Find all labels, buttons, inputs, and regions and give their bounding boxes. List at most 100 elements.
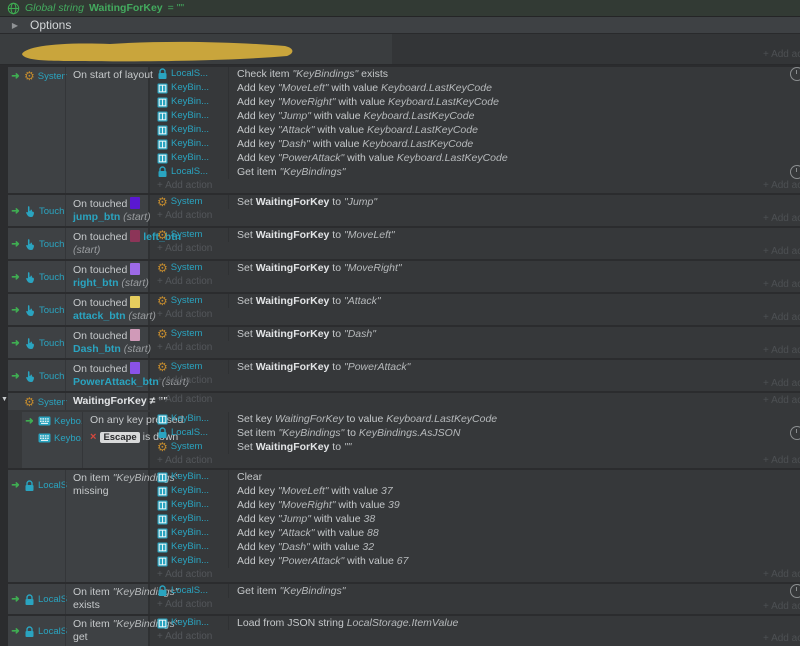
add-action-link[interactable]: + Add action — [150, 179, 800, 193]
action-text[interactable]: Set item "KeyBindings" to KeyBindings.As… — [229, 426, 460, 440]
action-text[interactable]: Set WaitingForKey to "Jump" — [229, 195, 377, 209]
action-text[interactable]: Load from JSON string LocalStorage.ItemV… — [229, 616, 458, 630]
action-row[interactable]: KeyBin...Add key "MoveLeft" with value 3… — [150, 484, 800, 498]
action-text[interactable]: Add key "Jump" with value 38 — [229, 512, 375, 526]
action-row[interactable]: KeyBin...Add key "Dash" with value 32 — [150, 540, 800, 554]
action-row[interactable]: LocalS...Get item "KeyBindings" — [150, 584, 800, 598]
action-object-cell[interactable]: ⚙System — [150, 327, 229, 341]
action-object-cell[interactable]: ⚙System — [150, 360, 229, 374]
add-action-link-right[interactable]: + Add action — [763, 377, 800, 390]
action-object-cell[interactable]: KeyBin... — [150, 95, 229, 109]
add-action-link[interactable]: + Add action — [150, 393, 800, 407]
action-row[interactable]: ⚙SystemSet WaitingForKey to "Dash" — [150, 327, 800, 341]
condition-row[interactable]: ➜TouchOn touchedPowerAttack_btn (start) — [8, 360, 148, 391]
action-text[interactable]: Add key "MoveLeft" with value Keyboard.L… — [229, 81, 492, 95]
add-action-link-right[interactable]: + Add action — [763, 48, 800, 61]
action-row[interactable]: KeyBin...Add key "PowerAttack" with valu… — [150, 554, 800, 568]
action-row[interactable]: KeyBin...Add key "Dash" with value Keybo… — [150, 137, 800, 151]
action-text[interactable]: Add key "Jump" with value Keyboard.LastK… — [229, 109, 474, 123]
condition-text[interactable]: On touchedattack_btn (start) — [67, 294, 156, 325]
action-text[interactable]: Check item "KeyBindings" exists — [229, 67, 388, 81]
add-action-link-right[interactable]: + Add action — [763, 311, 800, 324]
action-object-cell[interactable]: LocalS... — [150, 165, 229, 179]
event-object-cell[interactable]: ➜Touch — [8, 294, 67, 325]
condition-row[interactable]: ➜⚙SystemOn start of layout — [8, 67, 148, 84]
condition-row[interactable]: ➜TouchOn touched left_btn(start) — [8, 228, 148, 259]
condition-text[interactable]: On touchedjump_btn (start) — [67, 195, 151, 226]
options-group-header[interactable]: ▶ Options — [0, 17, 800, 34]
add-action-link-right[interactable]: + Add action — [763, 212, 800, 225]
add-action-link[interactable]: + Add action — [150, 209, 800, 223]
action-object-cell[interactable]: KeyBin... — [150, 484, 229, 498]
action-text[interactable]: Get item "KeyBindings" — [229, 584, 345, 598]
add-action-link[interactable]: + Add action — [150, 242, 800, 256]
action-row[interactable]: KeyBin...Add key "MoveRight" with value … — [150, 95, 800, 109]
action-object-cell[interactable]: KeyBin... — [150, 470, 229, 484]
condition-row[interactable]: ➜LocalSt...On item "KeyBindings"missing — [8, 470, 148, 500]
action-object-cell[interactable]: LocalS... — [150, 584, 229, 598]
action-object-cell[interactable]: ⚙System — [150, 294, 229, 308]
action-text[interactable]: Add key "MoveLeft" with value 37 — [229, 484, 393, 498]
action-row[interactable]: KeyBin...Add key "Attack" with value 88 — [150, 526, 800, 540]
event-object-cell[interactable]: Keybo... — [22, 429, 84, 446]
action-object-cell[interactable]: ⚙System — [150, 261, 229, 275]
add-action-link[interactable]: + Add action — [150, 630, 800, 644]
condition-row[interactable]: ➜TouchOn touchedattack_btn (start) — [8, 294, 148, 325]
condition-text[interactable]: On start of layout — [67, 67, 153, 84]
condition-row[interactable]: ➜LocalSt...On item "KeyBindings"exists — [8, 584, 148, 614]
event-object-cell[interactable]: ➜Touch — [8, 327, 67, 358]
action-text[interactable]: Set WaitingForKey to "MoveLeft" — [229, 228, 395, 242]
action-row[interactable]: ⚙SystemSet WaitingForKey to "PowerAttack… — [150, 360, 800, 374]
condition-text[interactable]: On touchedDash_btn (start) — [67, 327, 151, 358]
add-action-link-right[interactable]: + Add action — [763, 278, 800, 291]
condition-row[interactable]: ⚙SystemWaitingForKey ≠ "" — [8, 393, 148, 410]
action-object-cell[interactable]: ⚙System — [150, 228, 229, 242]
action-text[interactable]: Add key "MoveRight" with value Keyboard.… — [229, 95, 499, 109]
action-text[interactable]: Get item "KeyBindings" — [229, 165, 345, 179]
action-object-cell[interactable]: KeyBin... — [150, 151, 229, 165]
condition-row[interactable]: ➜TouchOn touchedright_btn (start) — [8, 261, 148, 292]
action-object-cell[interactable]: ⚙System — [150, 195, 229, 209]
action-text[interactable]: Set WaitingForKey to "MoveRight" — [229, 261, 402, 275]
action-object-cell[interactable]: KeyBin... — [150, 123, 229, 137]
event-object-cell[interactable]: ➜Touch — [8, 228, 67, 259]
action-row[interactable]: ⚙SystemSet WaitingForKey to "MoveLeft" — [150, 228, 800, 242]
action-object-cell[interactable]: KeyBin... — [150, 498, 229, 512]
action-object-cell[interactable]: KeyBin... — [150, 616, 229, 630]
action-row[interactable]: KeyBin...Set key WaitingForKey to value … — [150, 412, 800, 426]
action-text[interactable]: Set WaitingForKey to "Attack" — [229, 294, 381, 308]
action-object-cell[interactable]: ⚙System — [150, 440, 229, 454]
action-text[interactable]: Add key "Dash" with value 32 — [229, 540, 374, 554]
action-text[interactable]: Set WaitingForKey to "PowerAttack" — [229, 360, 410, 374]
action-object-cell[interactable]: KeyBin... — [150, 412, 229, 426]
action-object-cell[interactable]: KeyBin... — [150, 512, 229, 526]
action-object-cell[interactable]: LocalS... — [150, 426, 229, 440]
condition-row[interactable]: ➜LocalSt...On item "KeyBindings"get — [8, 616, 148, 646]
action-row[interactable]: KeyBin...Clear — [150, 470, 800, 484]
action-object-cell[interactable]: KeyBin... — [150, 81, 229, 95]
add-action-link[interactable]: + Add action — [150, 374, 800, 388]
action-text[interactable]: Add key "PowerAttack" with value 67 — [229, 554, 408, 568]
action-object-cell[interactable]: LocalS... — [150, 67, 229, 81]
action-row[interactable]: KeyBin...Add key "Jump" with value Keybo… — [150, 109, 800, 123]
add-action-link[interactable]: + Add action — [150, 568, 800, 582]
add-action-link-right[interactable]: + Add action — [763, 179, 800, 192]
event-object-cell[interactable]: ➜LocalSt... — [8, 616, 67, 646]
event-object-cell[interactable]: ⚙System — [8, 393, 67, 410]
action-object-cell[interactable]: KeyBin... — [150, 137, 229, 151]
action-row[interactable]: ⚙SystemSet WaitingForKey to "Jump" — [150, 195, 800, 209]
action-row[interactable]: LocalS...Get item "KeyBindings" — [150, 165, 800, 179]
action-row[interactable]: KeyBin...Add key "Jump" with value 38 — [150, 512, 800, 526]
action-row[interactable]: ⚙SystemSet WaitingForKey to "MoveRight" — [150, 261, 800, 275]
event-object-cell[interactable]: ➜Touch — [8, 360, 67, 391]
add-action-link-right[interactable]: + Add action — [763, 632, 800, 645]
condition-row[interactable]: Keybo...×Escape is down — [22, 429, 148, 446]
event-object-cell[interactable]: ➜LocalSt... — [8, 584, 67, 614]
action-object-cell[interactable]: KeyBin... — [150, 554, 229, 568]
add-action-link[interactable]: + Add action — [150, 308, 800, 322]
global-variable-bar[interactable]: Global string WaitingForKey = "" — [0, 0, 800, 17]
add-action-link[interactable]: + Add action — [150, 341, 800, 355]
condition-row[interactable]: ➜Keybo...On any key pressed — [22, 412, 148, 429]
event-object-cell[interactable]: ➜LocalSt... — [8, 470, 67, 500]
add-action-link[interactable]: + Add action — [150, 275, 800, 289]
